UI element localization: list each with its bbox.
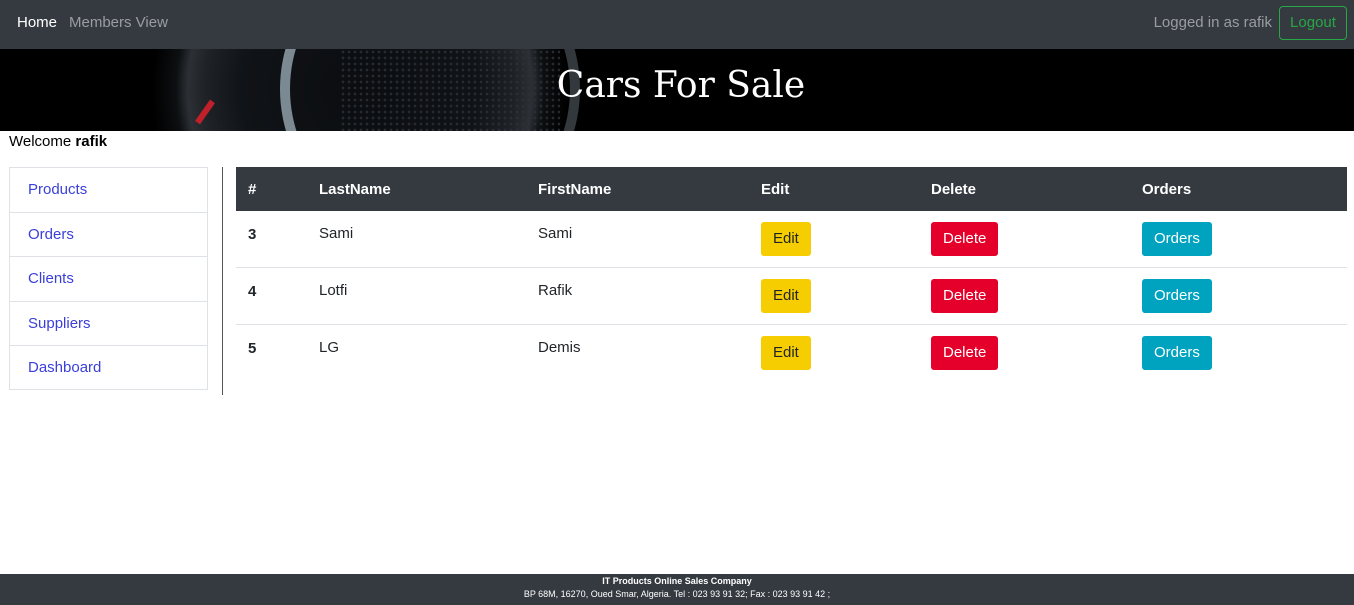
sidebar-item-orders[interactable]: Orders bbox=[9, 211, 208, 257]
orders-button[interactable]: Orders bbox=[1142, 335, 1212, 370]
sidebar-item-clients[interactable]: Clients bbox=[9, 256, 208, 301]
edit-button[interactable]: Edit bbox=[761, 335, 811, 370]
members-table: # LastName FirstName Edit Delete Orders … bbox=[236, 167, 1347, 381]
delete-button[interactable]: Delete bbox=[931, 222, 999, 256]
row-lastname: Sami bbox=[319, 225, 354, 242]
orders-button[interactable]: Orders bbox=[1142, 279, 1212, 313]
row-firstname: Rafik bbox=[526, 267, 749, 324]
welcome-prefix: Welcome bbox=[9, 133, 72, 150]
header-id: # bbox=[248, 180, 257, 198]
sidebar-menu: Products Orders Clients Suppliers Dashbo… bbox=[9, 167, 208, 390]
footer-company-name: IT Products Online Sales Company bbox=[602, 576, 752, 586]
row-orders-cell: Orders bbox=[1130, 323, 1347, 381]
table-row: 4 Lotfi Rafik Edit Delete Orders bbox=[236, 267, 1347, 324]
row-delete-cell: Delete bbox=[919, 323, 1130, 381]
row-orders-cell: Orders bbox=[1130, 211, 1347, 268]
row-firstname: Sami bbox=[538, 225, 573, 242]
row-id: 3 bbox=[248, 226, 257, 243]
delete-button[interactable]: Delete bbox=[931, 279, 999, 313]
footer-address: BP 68M, 16270, Oued Smar, Algeria. Tel :… bbox=[523, 589, 831, 599]
sidebar-item-dashboard[interactable]: Dashboard bbox=[9, 345, 208, 390]
header-delete: Delete bbox=[931, 180, 977, 198]
page-footer: IT Products Online Sales Company BP 68M,… bbox=[0, 574, 1354, 605]
row-orders-cell: Orders bbox=[1130, 267, 1347, 324]
row-delete-cell: Delete bbox=[919, 211, 1130, 268]
row-id: 5 bbox=[236, 323, 307, 381]
table-row: 5 LG Demis Edit Delete Orders bbox=[236, 323, 1347, 381]
edit-button[interactable]: Edit bbox=[761, 279, 811, 313]
nav-home-link[interactable]: Home bbox=[17, 14, 57, 31]
header-edit: Edit bbox=[761, 180, 790, 198]
row-firstname: Demis bbox=[526, 323, 749, 381]
header-orders: Orders bbox=[1142, 180, 1192, 198]
top-navbar: Home Members View Logged in as rafik Log… bbox=[0, 0, 1354, 49]
header-lastname: LastName bbox=[319, 180, 391, 198]
header-firstname: FirstName bbox=[538, 180, 612, 198]
row-lastname: LG bbox=[307, 323, 526, 381]
sidebar-item-products[interactable]: Products bbox=[9, 167, 208, 212]
row-edit-cell: Edit bbox=[749, 211, 919, 268]
row-lastname: Lotfi bbox=[307, 267, 526, 324]
delete-button[interactable]: Delete bbox=[931, 335, 999, 370]
row-delete-cell: Delete bbox=[919, 267, 1130, 324]
table-row: 3 Sami Sami Edit Delete Orders bbox=[236, 211, 1347, 268]
welcome-message: Welcome rafik bbox=[9, 133, 107, 150]
header-banner: Cars For Sale bbox=[0, 49, 1354, 131]
table-header-row: # LastName FirstName Edit Delete Orders bbox=[236, 167, 1347, 211]
row-edit-cell: Edit bbox=[749, 267, 919, 324]
logout-button[interactable]: Logout bbox=[1279, 6, 1347, 40]
row-id: 4 bbox=[236, 267, 307, 324]
vertical-divider bbox=[222, 167, 223, 395]
sidebar-item-suppliers[interactable]: Suppliers bbox=[9, 300, 208, 346]
banner-title: Cars For Sale bbox=[556, 65, 806, 106]
logged-in-status: Logged in as rafik bbox=[1153, 14, 1272, 31]
row-edit-cell: Edit bbox=[749, 323, 919, 381]
edit-button[interactable]: Edit bbox=[761, 222, 811, 256]
welcome-username: rafik bbox=[75, 133, 108, 150]
nav-members-view-link[interactable]: Members View bbox=[69, 14, 168, 31]
orders-button[interactable]: Orders bbox=[1142, 222, 1212, 256]
